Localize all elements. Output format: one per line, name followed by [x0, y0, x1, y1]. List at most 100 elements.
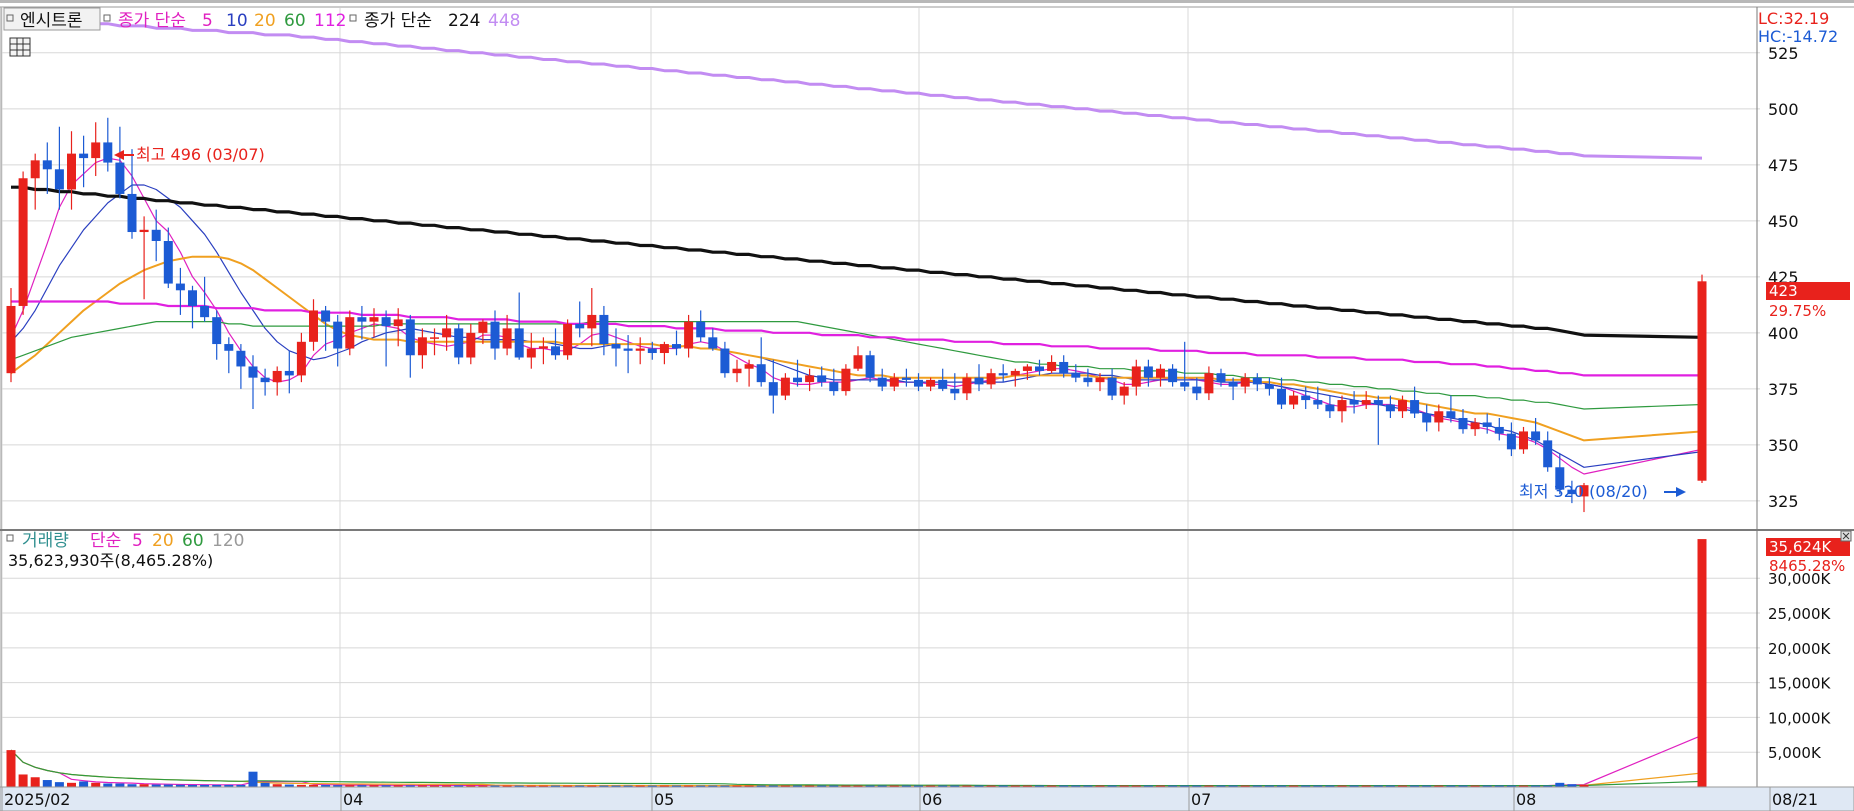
candle-body [405, 319, 415, 356]
low-label: 최저 320 (08/20) [1519, 482, 1648, 501]
candle-body [1385, 404, 1395, 412]
volume-bar[interactable] [103, 783, 113, 787]
candle-body [841, 368, 851, 392]
candle-body [454, 328, 464, 358]
candle[interactable] [865, 350, 875, 383]
candle-body [1313, 400, 1323, 405]
price-tick-label: 350 [1768, 436, 1799, 455]
candle-body [345, 317, 355, 349]
volume-bar[interactable] [6, 750, 16, 787]
candle-body [1228, 382, 1238, 387]
ma10-legend: 10 [226, 11, 248, 31]
candle[interactable] [345, 310, 355, 356]
volume-bar[interactable] [91, 782, 101, 787]
volume-bar[interactable] [67, 782, 76, 787]
candle-body [1410, 400, 1420, 414]
stock-name: 엔시트론 [20, 11, 83, 31]
volume-bar[interactable] [79, 781, 89, 787]
volume-ma5-legend: 5 [132, 531, 143, 551]
candle-body [1506, 433, 1516, 450]
candle-body [1119, 386, 1129, 396]
candle-body [1010, 370, 1020, 376]
candle-body [1095, 377, 1105, 383]
volume-bar[interactable] [30, 777, 40, 787]
volume-bar[interactable] [42, 780, 52, 787]
candle-body [188, 290, 197, 306]
ma448-legend: 448 [488, 11, 520, 31]
volume-ma120-legend: 120 [212, 531, 244, 551]
candle-body [490, 321, 500, 349]
candle-body [139, 229, 149, 233]
volume-label: 거래량 [22, 531, 69, 551]
panel-close-icon[interactable] [1840, 530, 1852, 542]
x-tick-label: 08/21 [1772, 790, 1818, 809]
volume-tick-label: 25,000K [1768, 605, 1831, 623]
candle-body [6, 305, 16, 374]
candle-body [369, 317, 379, 322]
volume-bar[interactable] [260, 782, 270, 787]
volume-bar[interactable] [1697, 539, 1707, 787]
candle-body [1531, 431, 1541, 441]
x-tick-label: 07 [1191, 790, 1211, 809]
volume-bar[interactable] [1555, 782, 1565, 787]
price-tick-label: 400 [1768, 324, 1799, 343]
candle-body [151, 229, 161, 241]
candle-body [672, 344, 681, 349]
volume-bar[interactable] [18, 774, 28, 787]
candle-body [67, 153, 76, 190]
candle-body [321, 310, 331, 322]
price-tick-label: 525 [1768, 44, 1799, 63]
candle-body [647, 348, 657, 354]
candle-body [54, 169, 64, 190]
candle-body [805, 375, 815, 383]
last-change: 29.75% [1769, 302, 1826, 320]
table-icon[interactable] [9, 37, 31, 57]
candle-body [200, 305, 210, 318]
stock-chart[interactable]: 3253503754004254504755005255,000K10,000K… [0, 0, 1854, 811]
candle-body [212, 317, 222, 345]
candle-body [393, 319, 403, 327]
candle-body [623, 348, 633, 351]
candle-body [732, 368, 742, 374]
candle-body [127, 193, 137, 233]
candle[interactable] [1697, 274, 1707, 483]
candle-body [1156, 368, 1165, 378]
chart-background [0, 0, 1854, 811]
x-tick-label: 2025/02 [4, 790, 70, 809]
candle-body [1240, 377, 1250, 387]
volume-tick-label: 10,000K [1768, 709, 1831, 727]
candle-body [1325, 404, 1335, 412]
ma60-legend: 60 [284, 11, 306, 31]
candle-body [1083, 377, 1093, 383]
volume-bar[interactable] [248, 771, 258, 787]
candle-body [587, 314, 597, 329]
volume-bar[interactable] [115, 783, 125, 787]
candle-body [442, 328, 452, 338]
candle-body [780, 377, 790, 396]
candle[interactable] [563, 319, 573, 360]
candle-body [175, 283, 185, 291]
candle-body [79, 153, 89, 159]
high-annotation: 최고 496 (03/07) [114, 145, 265, 164]
candle-body [926, 379, 936, 387]
candle-body [1361, 400, 1371, 405]
candle-body [998, 373, 1008, 376]
ma20-legend: 20 [254, 11, 276, 31]
price-tick-label: 475 [1768, 156, 1799, 175]
candle[interactable] [841, 364, 851, 396]
candle-body [1543, 440, 1553, 468]
x-tick-label: 08 [1516, 790, 1536, 809]
ma224-legend: 224 [448, 11, 480, 31]
candle-body [950, 388, 960, 394]
ma112-legend: 112 [314, 11, 346, 31]
candle-body [309, 310, 318, 342]
candle[interactable] [18, 171, 28, 315]
volume-bar[interactable] [54, 782, 64, 787]
volume-tick-label: 20,000K [1768, 640, 1831, 658]
candle-body [1434, 411, 1444, 423]
candle-body [611, 344, 621, 349]
candle-body [502, 328, 512, 349]
price-tick-label: 450 [1768, 212, 1799, 231]
candle-body [768, 382, 778, 396]
volume-ma-group-label: 단순 [90, 531, 121, 551]
